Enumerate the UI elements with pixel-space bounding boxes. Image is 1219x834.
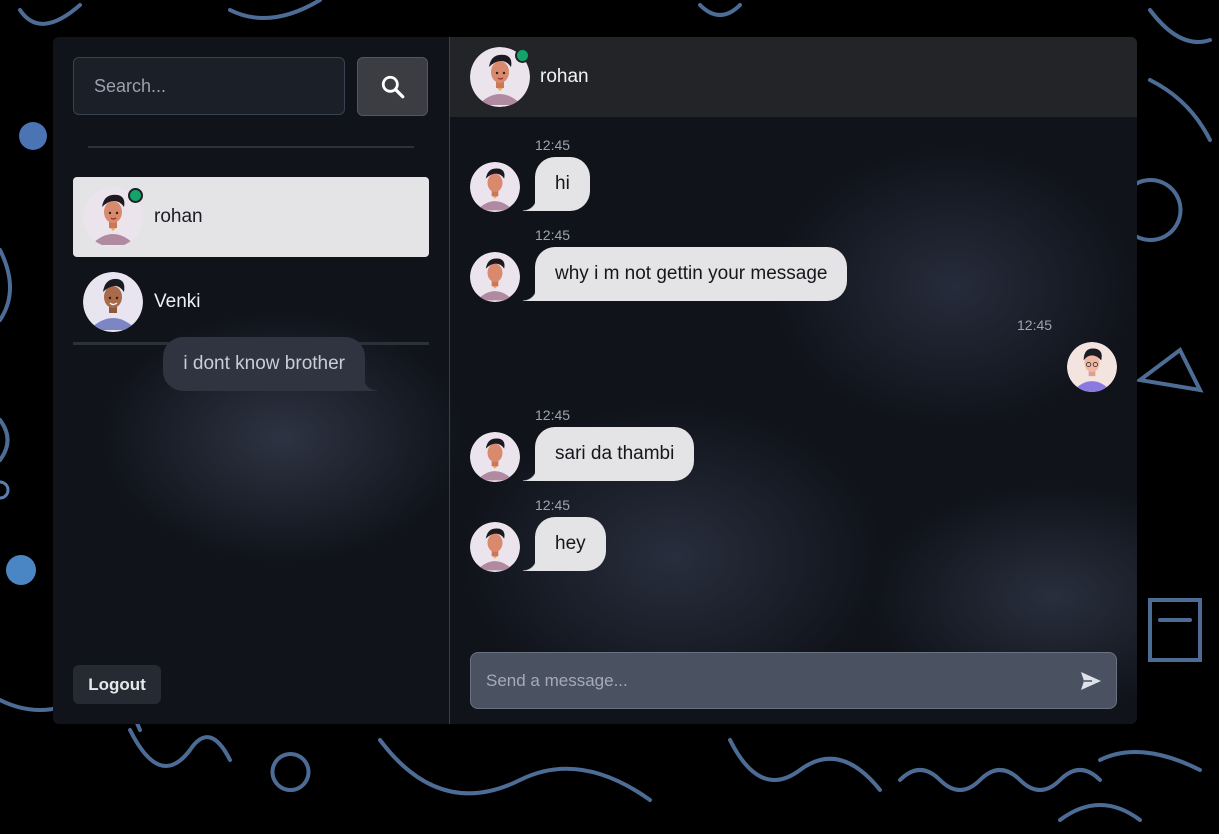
online-status-icon <box>515 48 530 63</box>
avatar-man-icon <box>470 162 520 212</box>
chat-header: rohan <box>450 37 1137 117</box>
search-button[interactable] <box>357 57 428 116</box>
message-input[interactable] <box>471 669 1066 692</box>
contact-name: Venki <box>154 291 201 312</box>
online-status-icon <box>128 188 143 203</box>
contact-avatar <box>83 187 143 247</box>
message-bubble: hey <box>523 517 606 571</box>
avatar-man-icon <box>470 252 520 302</box>
sidebar-divider <box>88 146 414 148</box>
avatar-man-icon <box>470 522 520 572</box>
message-bubble: why i m not gettin your message <box>522 247 848 301</box>
message-bubble: sari da thambi <box>522 427 695 481</box>
message-time: 12:45 <box>535 227 571 243</box>
logout-button[interactable]: Logout <box>73 665 161 704</box>
message-time: 12:45 <box>535 407 571 423</box>
contact-name: rohan <box>154 206 203 227</box>
send-button[interactable] <box>1066 653 1116 708</box>
contact-item-rohan[interactable]: rohan <box>73 177 429 257</box>
message-time: 12:45 <box>535 137 571 153</box>
search-input[interactable] <box>73 57 345 115</box>
chat-panel: rohan 12:45 hi 12:45 why i m not gettin … <box>163 37 1137 724</box>
chat-header-avatar[interactable] <box>470 47 530 107</box>
chat-header-name: rohan <box>540 66 589 87</box>
search-icon <box>381 75 404 98</box>
avatar-man-icon <box>470 432 520 482</box>
message-composer <box>470 652 1117 709</box>
send-icon <box>1081 671 1101 690</box>
message-time: 12:45 <box>535 497 571 513</box>
message-time: 12:45 <box>1017 317 1053 333</box>
contact-avatar <box>83 272 143 332</box>
message-bubble: i dont know brother <box>163 337 377 391</box>
chat-app-window: rohan Venki Logout <box>53 37 1137 724</box>
contact-item-venki[interactable]: Venki <box>73 262 429 342</box>
message-bubble: hi <box>523 157 590 211</box>
avatar-user-icon <box>1067 342 1117 392</box>
avatar-man-icon <box>83 272 143 332</box>
